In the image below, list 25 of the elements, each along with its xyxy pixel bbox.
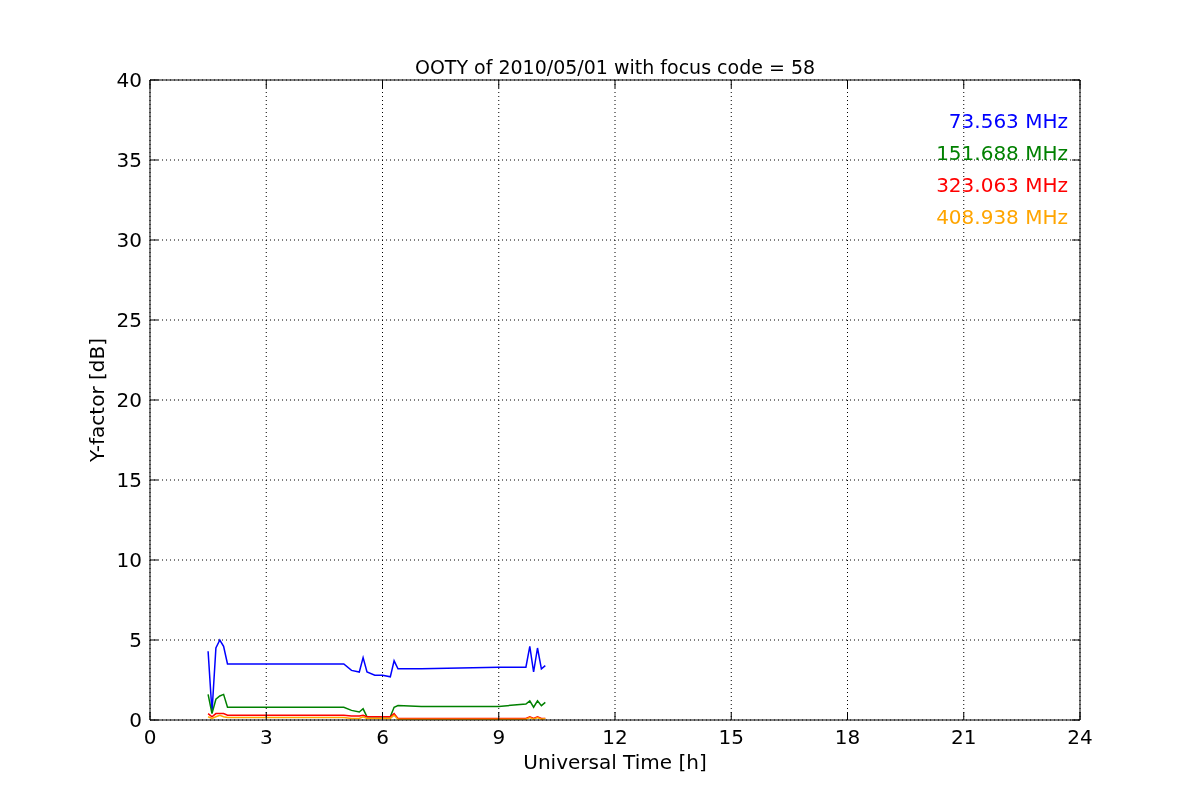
x-tick-label: 6 <box>376 725 389 749</box>
legend-label: 73.563 MHz <box>948 109 1068 133</box>
y-tick-label: 10 <box>116 548 142 572</box>
y-tick-label: 30 <box>116 228 142 252</box>
x-tick-label: 9 <box>492 725 506 749</box>
y-tick-label: 15 <box>116 468 142 492</box>
x-tick-label: 15 <box>718 725 744 749</box>
legend-label: 151.688 MHz <box>936 141 1068 165</box>
y-tick-label: 5 <box>129 628 142 652</box>
legend-label: 323.063 MHz <box>936 173 1068 197</box>
legend-label: 408.938 MHz <box>936 205 1068 229</box>
y-axis-label: Y-factor [dB] <box>85 338 109 462</box>
y-tick-label: 20 <box>116 388 142 412</box>
y-tick-label: 40 <box>116 68 142 92</box>
y-tick-label: 35 <box>116 148 142 172</box>
x-tick-label: 0 <box>143 725 157 749</box>
chart-title: OOTY of 2010/05/01 with focus code = 58 <box>414 56 816 78</box>
x-tick-label: 24 <box>1067 725 1093 749</box>
x-tick-label: 12 <box>602 725 628 749</box>
y-tick-label: 25 <box>116 308 142 332</box>
x-tick-label: 21 <box>951 725 977 749</box>
x-tick-label: 3 <box>259 725 273 749</box>
x-tick-label: 18 <box>834 725 861 749</box>
y-tick-label: 0 <box>129 708 142 732</box>
x-axis-label: Universal Time [h] <box>523 750 707 774</box>
